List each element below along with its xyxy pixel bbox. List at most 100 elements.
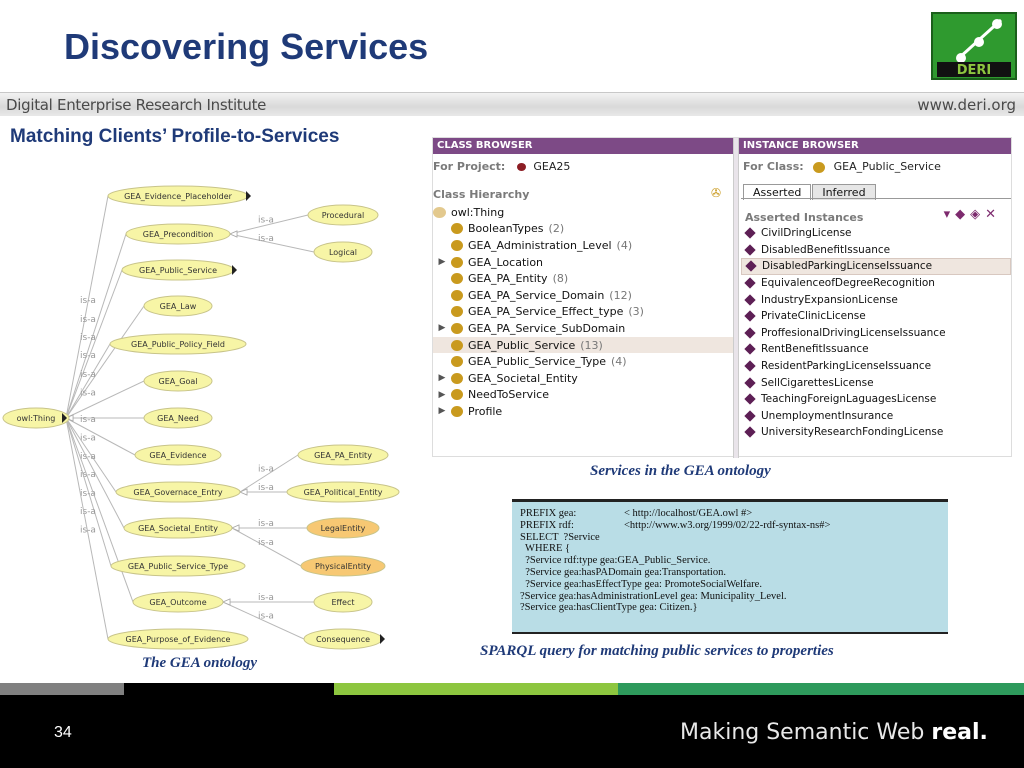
class-label: GEA_PA_Service_Effect_type <box>468 305 624 319</box>
ontology-leaf-node-label: PhysicalEntity <box>315 562 371 571</box>
is-a-label: is-a <box>258 483 274 493</box>
expand-icon[interactable] <box>246 191 251 201</box>
expand-arrow-icon[interactable]: ▶ <box>433 406 451 416</box>
for-class-label: For Class: <box>743 160 804 173</box>
instance-icon <box>744 410 756 422</box>
delete-instance-icon[interactable]: ✕ <box>985 207 1001 222</box>
instance-row[interactable]: UnemploymentInsurance <box>741 408 1011 425</box>
dropdown-icon[interactable]: ▾ <box>944 207 956 222</box>
is-a-label: is-a <box>80 526 96 536</box>
class-icon <box>451 372 463 384</box>
ontology-leaf-node-label: GEA_Political_Entity <box>304 488 383 497</box>
search-key-icon[interactable]: ✇ <box>711 186 721 200</box>
instance-row[interactable]: TeachingForeignLaguagesLicense <box>741 391 1011 408</box>
class-row[interactable]: ▶ GEA_Location <box>433 254 733 271</box>
instance-row[interactable]: ProffesionalDrivingLicenseIssuance <box>741 325 1011 342</box>
institute-url[interactable]: www.deri.org <box>917 96 1016 114</box>
instance-label: UnemploymentInsurance <box>761 409 894 422</box>
class-row[interactable]: ▶ NeedToService <box>433 387 733 404</box>
class-icon <box>451 289 463 301</box>
class-tree: owl:Thing BooleanTypes (2) GEA_Administrat… <box>433 204 733 420</box>
arrowhead-icon <box>228 230 238 238</box>
services-caption: Services in the GEA ontology <box>590 463 771 479</box>
slide-title: Discovering Services <box>64 26 429 67</box>
deri-logo: DERI <box>931 12 1017 80</box>
instance-row[interactable]: DisabledParkingLicenseIssuance <box>741 258 1011 275</box>
class-root-label: owl:Thing <box>451 205 505 219</box>
expand-arrow-icon[interactable]: ▶ <box>433 323 451 333</box>
class-row[interactable]: ▶ GEA_Societal_Entity <box>433 370 733 387</box>
footer-bar-gray <box>0 683 124 695</box>
class-count: (2) <box>548 222 565 236</box>
ontology-leaf-node-label: Procedural <box>322 211 365 220</box>
is-a-label: is-a <box>80 507 96 517</box>
instance-row[interactable]: RentBenefitIssuance <box>741 341 1011 358</box>
instance-row[interactable]: UniversityResearchFondingLicense <box>741 424 1011 441</box>
class-hierarchy-label: Class Hierarchy <box>433 188 530 201</box>
class-row[interactable]: GEA_Public_Service_Type (4) <box>433 353 733 370</box>
instance-row[interactable]: EquivalenceofDegreeRecognition <box>741 275 1011 292</box>
ontology-node-label: GEA_Governace_Entry <box>133 488 222 497</box>
instance-label: UniversityResearchFondingLicense <box>761 426 944 439</box>
page-number: 34 <box>54 724 72 741</box>
footer-bar-teal <box>618 683 1024 695</box>
instance-row[interactable]: ResidentParkingLicenseIssuance <box>741 358 1011 375</box>
class-icon <box>451 273 463 285</box>
class-row[interactable]: GEA_PA_Entity (8) <box>433 270 733 287</box>
instance-row[interactable]: SellCigarettesLicense <box>741 374 1011 391</box>
for-class-name: GEA_Public_Service <box>833 160 941 173</box>
sparql-line: SELECT ?Service <box>520 531 600 543</box>
project-row: For Project: GEA25 <box>433 160 570 173</box>
class-count: (3) <box>628 305 644 319</box>
ontology-leaf-node-label: GEA_PA_Entity <box>314 451 372 460</box>
instance-row[interactable]: CivilDringLicense <box>741 225 1011 242</box>
class-count: (8) <box>552 272 569 286</box>
sparql-prefix-line: PREFIX rdf: <http://www.w3.org/1999/02/22… <box>520 519 831 531</box>
class-row[interactable]: ▶ GEA_PA_Service_SubDomain <box>433 320 733 337</box>
ontology-diagram: is-a is-a is-a is-a is-a is-a is-a is-a is-a is-a… <box>2 185 400 650</box>
ontology-caption: The GEA ontology <box>142 655 258 671</box>
slide-subtitle: Matching Clients’ Profile-to-Services <box>10 126 340 147</box>
is-a-label: is-a <box>80 415 96 425</box>
pane-divider[interactable] <box>733 138 739 458</box>
class-label: GEA_PA_Service_Domain <box>468 288 605 302</box>
instance-toolbar: ▾◆◈✕ <box>944 207 1001 222</box>
ontology-node-label: GEA_Outcome <box>149 598 206 607</box>
expand-icon[interactable] <box>380 634 385 644</box>
class-row[interactable]: GEA_Administration_Level (4) <box>433 237 733 254</box>
is-a-label: is-a <box>80 351 96 361</box>
instance-pane: Asserted Instances ▾◆◈✕ CivilDringLicens… <box>741 198 1011 458</box>
copy-instance-icon[interactable]: ◈ <box>970 207 985 222</box>
instance-row[interactable]: IndustryExpansionLicense <box>741 291 1011 308</box>
instance-label: CivilDringLicense <box>761 227 852 240</box>
instance-row[interactable]: DisabledBenefitIssuance <box>741 242 1011 259</box>
instance-label: PrivateClinicLicense <box>761 310 866 323</box>
instance-row[interactable]: PrivateClinicLicense <box>741 308 1011 325</box>
is-a-label: is-a <box>258 612 274 622</box>
sparql-line: ?Service gea:hasClientType gea: Citizen.… <box>520 602 698 614</box>
class-row[interactable]: BooleanTypes (2) <box>433 221 733 238</box>
expand-arrow-icon[interactable]: ▶ <box>433 257 451 267</box>
class-icon <box>451 239 463 251</box>
expand-arrow-icon[interactable]: ▶ <box>433 390 451 400</box>
class-count: (4) <box>616 238 633 252</box>
expand-arrow-icon[interactable]: ▶ <box>433 373 451 383</box>
for-class-row: For Class: GEA_Public_Service <box>743 160 941 173</box>
instance-icon <box>745 260 757 273</box>
class-row[interactable]: ▶ Profile <box>433 403 733 420</box>
class-label: GEA_Public_Service_Type <box>468 355 606 369</box>
expand-icon[interactable] <box>232 265 237 275</box>
create-instance-icon[interactable]: ◆ <box>955 207 970 222</box>
instance-label: ResidentParkingLicenseIssuance <box>761 360 932 373</box>
instance-icon <box>744 277 756 289</box>
class-root[interactable]: owl:Thing <box>433 204 733 221</box>
class-icon <box>451 356 463 368</box>
ontology-node-label: GEA_Societal_Entity <box>138 524 218 533</box>
instance-label: TeachingForeignLaguagesLicense <box>761 393 937 406</box>
class-row[interactable]: GEA_Public_Service (13) <box>433 336 733 354</box>
sparql-line: ?Service rdf:type gea:GEA_Public_Service… <box>520 555 711 567</box>
sparql-line: ?Service gea:hasAdministrationLevel gea:… <box>520 590 787 602</box>
class-row[interactable]: GEA_PA_Service_Domain (12) <box>433 287 733 304</box>
ontology-node-label: GEA_Precondition <box>143 230 213 239</box>
class-row[interactable]: GEA_PA_Service_Effect_type (3) <box>433 304 733 321</box>
